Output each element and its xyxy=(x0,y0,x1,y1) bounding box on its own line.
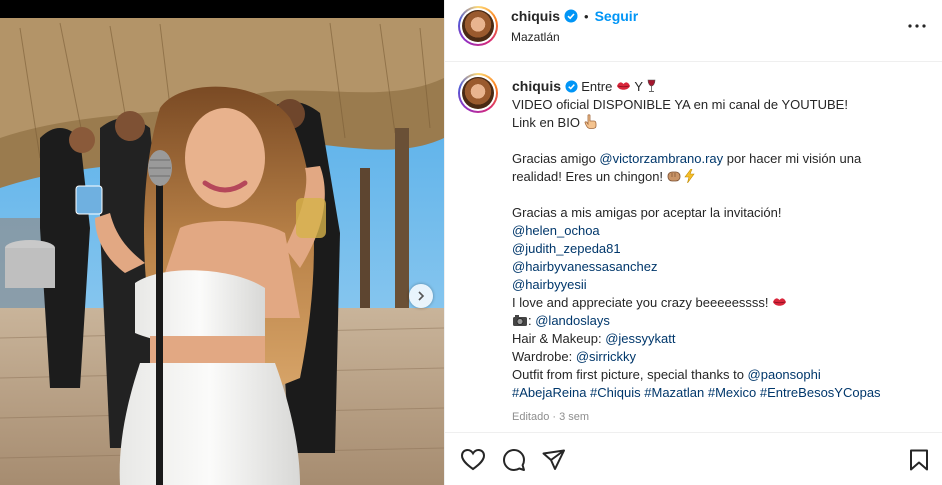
mention-link[interactable]: @helen_ochoa xyxy=(512,223,600,238)
post-location[interactable]: Mazatlán xyxy=(511,30,560,44)
hair-credit-label: Hair & Makeup: xyxy=(512,331,606,346)
more-options-icon xyxy=(908,24,926,28)
comment-button[interactable] xyxy=(501,447,527,473)
author-avatar[interactable] xyxy=(458,6,498,46)
post-header: chiquis • Seguir Mazatlán xyxy=(445,0,942,62)
wine-glass-icon xyxy=(648,79,656,92)
video-camera-icon xyxy=(513,315,527,326)
chevron-right-icon xyxy=(418,291,425,301)
caption-line4-post: por hacer mi visión una xyxy=(723,151,862,166)
mention-link[interactable]: @jessyykatt xyxy=(605,331,675,346)
post-actions-bar xyxy=(445,432,942,485)
verified-badge-icon xyxy=(564,9,578,23)
post-media[interactable] xyxy=(0,0,444,485)
media-topbar xyxy=(0,0,444,18)
post-photo[interactable] xyxy=(0,18,444,485)
caption-line1-mid: Y xyxy=(634,79,643,94)
mention-link[interactable]: @hairbyvanessasanchez xyxy=(512,259,657,274)
mention-link[interactable]: @sirrickky xyxy=(576,349,636,364)
verified-badge-icon xyxy=(565,80,578,93)
bookmark-icon xyxy=(910,449,928,471)
caption-line1-text: Entre xyxy=(581,79,613,94)
post-side-panel: chiquis • Seguir Mazatlán chiquis Entre … xyxy=(444,0,942,485)
lightning-icon xyxy=(684,169,695,183)
caption-line3: Link en BIO xyxy=(512,115,580,130)
author-username[interactable]: chiquis xyxy=(511,8,560,24)
mention-link[interactable]: @paonsophi xyxy=(748,367,821,382)
hashtags[interactable]: #AbejaReina #Chiquis #Mazatlan #Mexico #… xyxy=(512,384,932,402)
heart-icon xyxy=(461,449,485,471)
like-button[interactable] xyxy=(460,447,486,473)
caption-line2: VIDEO oficial DISPONIBLE YA en mi canal … xyxy=(512,97,848,112)
kiss-lips-icon xyxy=(616,82,630,90)
caption-line6: Gracias a mis amigas por aceptar la invi… xyxy=(512,205,782,220)
caption-text: chiquis Entre Y VIDEO oficial DISPONIBLE xyxy=(512,77,932,426)
caption-love-line: I love and appreciate you crazy beeeeess… xyxy=(512,295,769,310)
separator-dot: • xyxy=(584,8,589,24)
mention-link[interactable]: @judith_zepeda81 xyxy=(512,241,621,256)
follow-button[interactable]: Seguir xyxy=(595,8,639,24)
caption-section: chiquis Entre Y VIDEO oficial DISPONIBLE xyxy=(445,62,942,432)
wardrobe-credit-label: Wardrobe: xyxy=(512,349,576,364)
paper-plane-icon xyxy=(542,449,565,470)
mention-link[interactable]: @landoslays xyxy=(535,313,610,328)
save-button[interactable] xyxy=(906,447,932,473)
mention-link[interactable]: @victorzambrano.ray xyxy=(599,151,723,166)
caption-avatar[interactable] xyxy=(458,73,498,113)
outfit-credit-label: Outfit from first picture, special thank… xyxy=(512,367,748,382)
kiss-lips-icon xyxy=(773,298,787,306)
more-options-button[interactable] xyxy=(905,14,929,38)
share-button[interactable] xyxy=(541,447,567,473)
pointing-hand-icon xyxy=(584,114,596,129)
caption-line5: realidad! Eres un chingon! xyxy=(512,169,664,184)
edited-timestamp: Editado · 3 sem xyxy=(512,411,590,423)
caption-line4-pre: Gracias amigo xyxy=(512,151,600,166)
next-media-button[interactable] xyxy=(409,284,433,308)
mention-link[interactable]: @hairbyyesii xyxy=(512,277,587,292)
comment-icon xyxy=(503,449,525,471)
fist-bump-icon xyxy=(667,171,681,182)
caption-username[interactable]: chiquis xyxy=(512,78,561,94)
